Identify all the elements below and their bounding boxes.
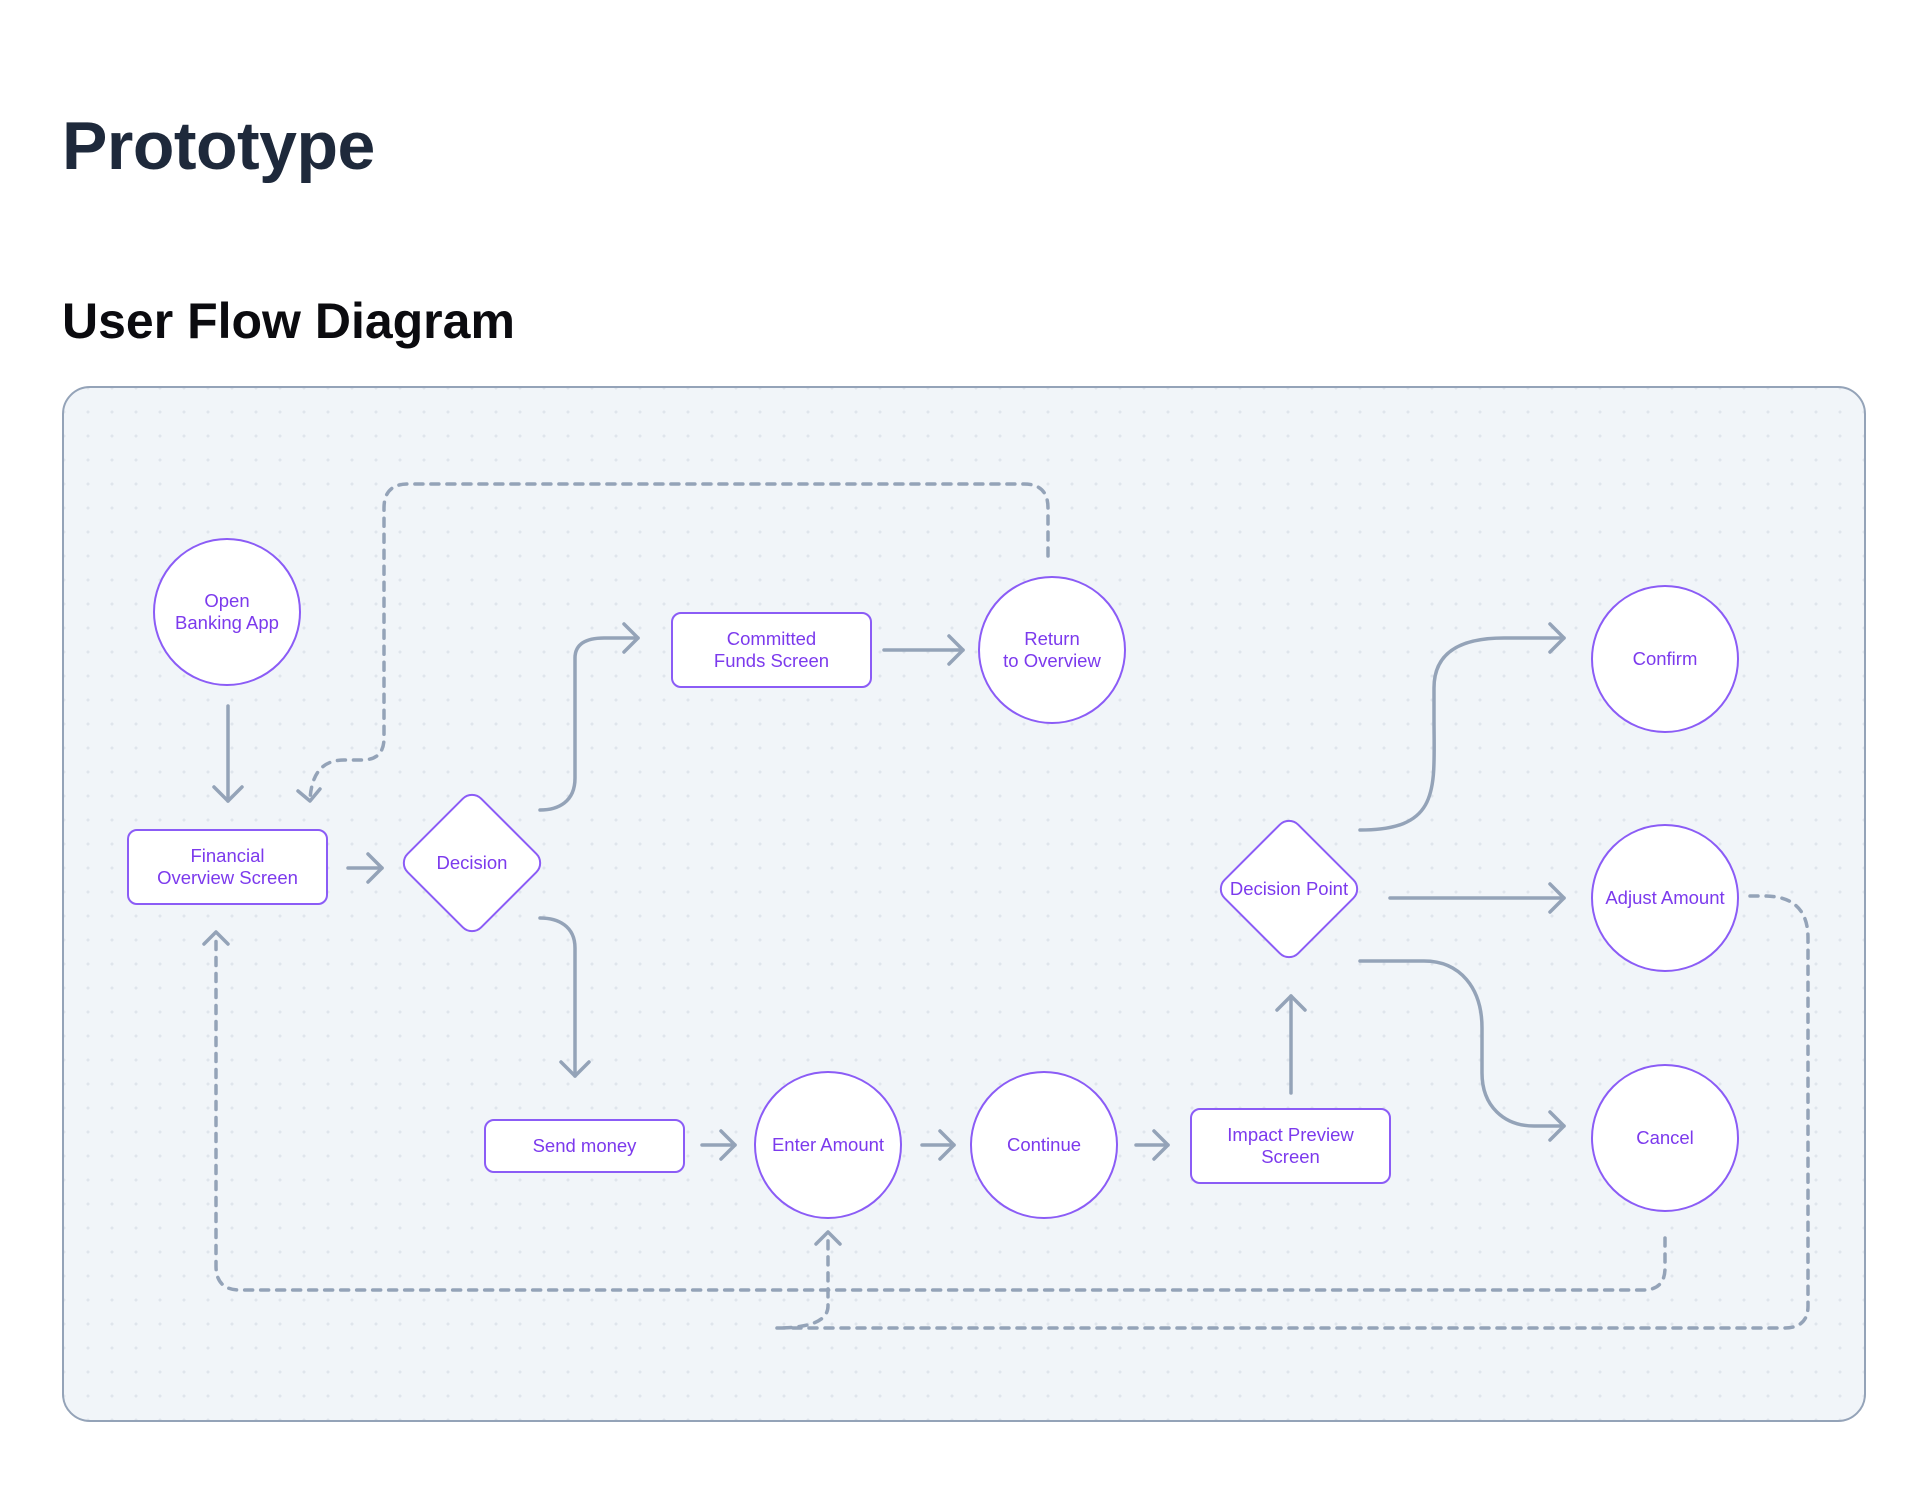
node-impact-preview-screen: Impact Preview Screen (1190, 1108, 1391, 1184)
node-enter-amount: Enter Amount (754, 1071, 902, 1219)
node-open-banking-app: Open Banking App (153, 538, 301, 686)
node-label: Send money (532, 1134, 637, 1156)
node-label: Financial Overview Screen (157, 844, 298, 888)
edge-cancel-to-overview (214, 938, 1667, 1292)
node-label: Return to Overview (1003, 627, 1101, 671)
node-continue: Continue (970, 1071, 1118, 1219)
edge-decisionpoint-to-cancel (1358, 959, 1566, 1142)
node-cancel: Cancel (1591, 1064, 1739, 1212)
node-decision-point-label: Decision Point (1229, 877, 1349, 899)
node-label: Cancel (1636, 1126, 1694, 1148)
node-label: Continue (1006, 1133, 1082, 1155)
node-label: Adjust Amount (1605, 886, 1725, 908)
edge-decisionpoint-to-confirm (1358, 622, 1566, 832)
node-label: Impact Preview Screen (1227, 1123, 1354, 1167)
edge-decision-to-committed (538, 622, 640, 812)
node-send-money: Send money (484, 1119, 685, 1173)
section-title: User Flow Diagram (62, 293, 515, 349)
node-committed-funds-screen: Committed Funds Screen (671, 612, 872, 688)
edge-overview-to-decision (346, 852, 384, 884)
node-adjust-amount: Adjust Amount (1591, 824, 1739, 972)
diagram-canvas: Open Banking App Financial Overview Scre… (62, 386, 1866, 1422)
node-confirm: Confirm (1591, 585, 1739, 733)
page-title: Prototype (62, 108, 375, 184)
node-label: Confirm (1632, 647, 1698, 669)
edge-impact-to-decisionpoint (1275, 994, 1307, 1095)
node-label: Committed Funds Screen (713, 627, 830, 671)
node-decision-label: Decision (436, 851, 508, 873)
node-label: Enter Amount (771, 1133, 885, 1155)
edge-enter-to-continue (920, 1129, 956, 1161)
edge-committed-to-return (882, 634, 965, 666)
node-label: Open Banking App (175, 589, 279, 633)
node-return-to-overview: Return to Overview (978, 576, 1126, 724)
edge-decision-to-send (538, 916, 591, 1078)
node-financial-overview-screen: Financial Overview Screen (127, 829, 328, 905)
edge-continue-to-impact (1134, 1129, 1170, 1161)
edge-send-to-enter (700, 1129, 737, 1161)
edge-open-to-overview (212, 704, 244, 803)
edge-decisionpoint-to-adjust (1388, 882, 1566, 914)
